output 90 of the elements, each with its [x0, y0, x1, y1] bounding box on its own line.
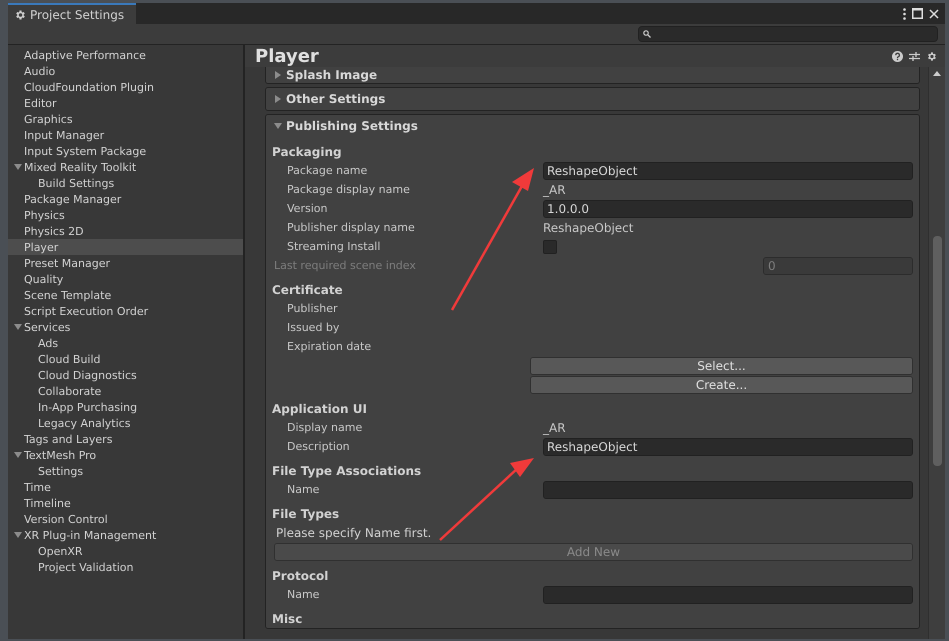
caret-right-icon[interactable] — [274, 95, 282, 103]
field-value: _AR — [543, 182, 566, 196]
sidebar-item[interactable]: Scene Template — [8, 287, 243, 303]
sidebar-item[interactable]: Package Manager — [8, 191, 243, 207]
sidebar-item[interactable]: Script Execution Order — [8, 303, 243, 319]
field-label: Publisher — [287, 302, 338, 315]
caret-down-icon[interactable] — [14, 451, 22, 459]
sidebar-item[interactable]: Preset Manager — [8, 255, 243, 271]
foldout-header[interactable]: Other Settings — [266, 88, 919, 110]
field-label: Streaming Install — [287, 240, 382, 253]
sidebar-item[interactable]: XR Plug-in Management — [8, 527, 243, 543]
sidebar-item[interactable]: Mixed Reality Toolkit — [8, 159, 243, 175]
sidebar-item[interactable]: Time — [8, 479, 243, 495]
settings-icon — [14, 8, 26, 20]
sidebar-item[interactable]: Ads — [8, 335, 243, 351]
sliders-icon[interactable] — [909, 50, 920, 62]
sidebar-item[interactable]: Version Control — [8, 511, 243, 527]
caret-down-icon[interactable] — [14, 163, 22, 171]
hint-text: Please specify Name first. — [275, 526, 432, 540]
sidebar-item[interactable]: Physics — [8, 207, 243, 223]
more-icon[interactable] — [903, 8, 906, 20]
action-button[interactable]: Select... — [530, 356, 913, 374]
group-heading: Packaging — [272, 144, 343, 161]
field-value: ReshapeObject — [543, 220, 634, 234]
window-title: Project Settings — [30, 8, 124, 22]
group-heading: Protocol — [272, 568, 330, 584]
sidebar-item[interactable]: Services — [8, 319, 243, 335]
sidebar-item[interactable]: Collaborate — [8, 383, 243, 399]
close-icon[interactable] — [929, 8, 939, 18]
text-field[interactable]: ReshapeObject — [543, 162, 913, 180]
sidebar-item[interactable]: Project Validation — [8, 559, 243, 575]
field-label: Name — [287, 483, 320, 496]
sidebar-item[interactable]: Cloud Build — [8, 351, 243, 367]
foldout-header[interactable]: Splash Image — [266, 67, 919, 83]
sidebar-item[interactable]: OpenXR — [8, 543, 243, 559]
sidebar-item[interactable]: Tags and Layers — [8, 431, 243, 447]
sidebar-item[interactable]: Audio — [8, 63, 243, 79]
sidebar-item[interactable]: Editor — [8, 95, 243, 111]
caret-down-icon[interactable] — [274, 122, 282, 130]
caret-down-icon[interactable] — [14, 531, 22, 539]
sidebar-item[interactable]: Adaptive Performance — [8, 47, 243, 63]
caret-right-icon[interactable] — [274, 71, 282, 79]
group-heading: File Types — [272, 506, 340, 523]
search-field[interactable] — [638, 26, 938, 42]
sidebar-item[interactable]: Input Manager — [8, 127, 243, 143]
foldout-header[interactable]: Publishing Settings — [266, 115, 919, 137]
field-value: _AR — [543, 420, 566, 434]
group-heading: Misc — [272, 610, 304, 628]
action-button[interactable]: Create... — [530, 376, 913, 394]
sidebar-item[interactable]: Legacy Analytics — [8, 415, 243, 431]
checkbox[interactable] — [543, 240, 557, 254]
text-field[interactable] — [543, 586, 913, 604]
sidebar-item[interactable]: Cloud Diagnostics — [8, 367, 243, 383]
text-field[interactable]: ReshapeObject — [543, 438, 913, 456]
sidebar-item[interactable]: CloudFoundation Plugin — [8, 79, 243, 95]
sidebar-item[interactable]: Timeline — [8, 495, 243, 511]
maximize-icon[interactable] — [912, 8, 923, 19]
group-heading: Certificate — [272, 282, 344, 298]
field-label: Issued by — [287, 321, 340, 334]
text-field[interactable]: 1.0.0.0 — [543, 200, 913, 218]
field-label: Expiration date — [287, 340, 372, 353]
field-label: Package name — [287, 164, 368, 177]
sidebar-item[interactable]: TextMesh Pro — [8, 447, 243, 463]
sidebar-item[interactable]: Graphics — [8, 111, 243, 127]
scrollbar[interactable] — [928, 67, 945, 639]
field-label: Package display name — [287, 183, 411, 196]
sidebar-item[interactable]: Build Settings — [8, 175, 243, 191]
sidebar-item[interactable]: Physics 2D — [8, 223, 243, 239]
field-label: Description — [287, 440, 351, 453]
field-label: Version — [287, 202, 328, 215]
scrollbar-thumb[interactable] — [932, 236, 942, 466]
field-label: Last required scene index — [274, 259, 417, 272]
group-heading: File Type Associations — [272, 462, 422, 480]
field-label: Publisher display name — [287, 221, 416, 234]
sidebar-item[interactable]: Quality — [8, 271, 243, 287]
field-label: Name — [287, 588, 320, 601]
sidebar-item[interactable]: In-App Purchasing — [8, 399, 243, 415]
page-title: Player — [255, 46, 319, 66]
caret-down-icon[interactable] — [14, 323, 22, 331]
settings-icon[interactable] — [926, 50, 937, 62]
window-tab[interactable]: Project Settings — [8, 3, 136, 24]
text-field[interactable] — [543, 480, 913, 498]
scroll-up-icon[interactable] — [933, 71, 941, 76]
field-label: Display name — [287, 421, 364, 434]
group-heading: Application UI — [272, 400, 368, 418]
help-icon[interactable] — [892, 50, 903, 62]
search-icon — [643, 30, 651, 38]
sidebar-item[interactable]: Input System Package — [8, 143, 243, 159]
sidebar-item[interactable]: Player — [8, 239, 243, 255]
sidebar-item[interactable]: Settings — [8, 463, 243, 479]
